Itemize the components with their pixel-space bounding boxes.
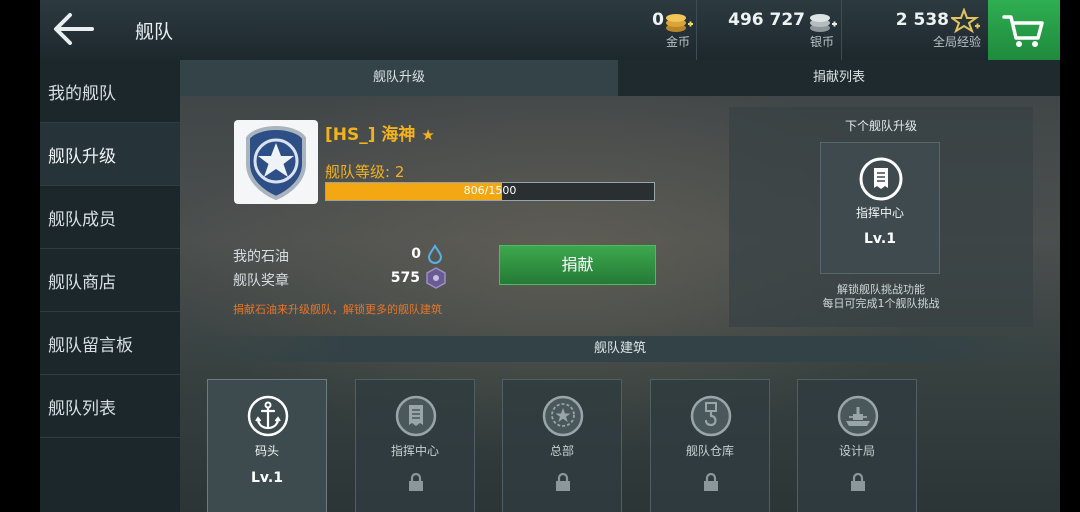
- silver-coins-icon: [810, 14, 837, 32]
- fleet-progress-bar: 806/1500: [325, 182, 655, 201]
- tab-donation-list[interactable]: 捐献列表: [618, 60, 1060, 96]
- warship-icon: [837, 395, 879, 437]
- building-card-dock[interactable]: 码头 Lv.1: [207, 379, 327, 512]
- building-card-design-bureau[interactable]: 设计局: [797, 379, 917, 512]
- document-icon: [859, 157, 903, 201]
- sidebar-item-label: 舰队商店: [48, 272, 116, 293]
- star-xp-icon: [951, 8, 980, 34]
- document-icon: [395, 395, 437, 437]
- fleet-name: [HS_] 海神 ★: [325, 120, 435, 145]
- fleet-level: 舰队等级: 2: [325, 163, 405, 181]
- xp-value: 2 538: [895, 10, 949, 30]
- oil-drop-icon: [427, 244, 443, 264]
- sidebar-item-fleet-shop[interactable]: 舰队商店: [40, 249, 180, 312]
- tab-fleet-upgrade[interactable]: 舰队升级: [180, 60, 618, 96]
- building-name: 设计局: [838, 444, 875, 458]
- next-upgrade-level: Lv.1: [864, 231, 896, 247]
- lock-icon: [409, 472, 423, 491]
- next-upgrade-panel: 下个舰队升级 指挥中心 Lv.1 解锁舰队挑战功能 每日可完成1个舰队挑战: [729, 107, 1033, 327]
- sidebar-item-fleet-upgrade[interactable]: 舰队升级: [40, 123, 180, 186]
- next-upgrade-description: 解锁舰队挑战功能 每日可完成1个舰队挑战: [729, 283, 1033, 311]
- next-upgrade-building: 指挥中心: [855, 206, 904, 220]
- next-upgrade-desc-line2: 每日可完成1个舰队挑战: [822, 297, 940, 310]
- gold-value: 0: [652, 10, 664, 30]
- medal-value: 575: [390, 270, 420, 286]
- next-upgrade-title: 下个舰队升级: [844, 119, 917, 133]
- oil-label: 我的石油: [233, 249, 289, 265]
- building-name: 码头: [254, 444, 279, 458]
- laurel-star-icon: [542, 395, 584, 437]
- medal-hex-icon: [426, 267, 446, 289]
- sidebar-item-fleet-members[interactable]: 舰队成员: [40, 186, 180, 249]
- fleet-shield-star-icon: [246, 125, 306, 201]
- sidebar-item-my-fleet[interactable]: 我的舰队: [40, 60, 180, 123]
- building-name: 总部: [549, 444, 574, 458]
- xp-label: 全局经验: [932, 35, 981, 49]
- building-card-warehouse[interactable]: 舰队仓库: [650, 379, 770, 512]
- medal-label: 舰队奖章: [233, 273, 289, 289]
- shopping-cart-icon: [1002, 15, 1044, 47]
- sidebar: 我的舰队 舰队升级 舰队成员 舰队商店 舰队留言板 舰队列表: [40, 60, 180, 512]
- shop-cart-button[interactable]: [988, 0, 1060, 60]
- oil-value: 0: [411, 246, 421, 262]
- donate-hint: 捐献石油来升级舰队，解锁更多的舰队建筑: [233, 303, 442, 316]
- fleet-progress-text: 806/1500: [463, 184, 517, 197]
- building-name: 指挥中心: [390, 444, 439, 458]
- building-card-headquarters[interactable]: 总部: [502, 379, 622, 512]
- buildings-header: 舰队建筑: [180, 336, 1060, 362]
- gold-currency: 0 金币: [636, 0, 696, 60]
- sidebar-item-label: 舰队成员: [48, 209, 116, 230]
- lock-icon: [556, 472, 570, 491]
- fleet-name-text: [HS_] 海神: [325, 125, 416, 145]
- anchor-icon: [247, 395, 289, 437]
- building-level: Lv.1: [251, 470, 283, 486]
- screen-left-border: [0, 0, 40, 512]
- silver-currency: 496 727 银币: [696, 0, 842, 60]
- building-name: 舰队仓库: [685, 444, 734, 458]
- lock-icon: [851, 472, 865, 491]
- next-upgrade-card: 指挥中心 Lv.1: [820, 142, 940, 274]
- fleet-emblem: [234, 120, 318, 204]
- sidebar-item-label: 舰队留言板: [48, 335, 133, 356]
- crane-hook-icon: [690, 395, 732, 437]
- sidebar-item-fleet-list[interactable]: 舰队列表: [40, 375, 180, 438]
- next-upgrade-desc-line1: 解锁舰队挑战功能: [837, 283, 925, 296]
- lock-icon: [704, 472, 718, 491]
- sidebar-item-message-board[interactable]: 舰队留言板: [40, 312, 180, 375]
- fleet-star-icon: ★: [421, 126, 435, 144]
- donate-button[interactable]: 捐献: [499, 245, 656, 285]
- gold-coins-icon: [666, 14, 693, 32]
- page-title: 舰队: [135, 21, 174, 43]
- screen-right-border: [1060, 0, 1080, 512]
- back-button[interactable]: [40, 0, 110, 60]
- sidebar-item-label: 舰队升级: [48, 146, 116, 167]
- main-panel: 舰队升级 捐献列表 [HS_] 海神 ★ 舰队等级: 2 806/1500 我的…: [180, 60, 1060, 512]
- back-arrow-icon: [54, 13, 94, 45]
- sidebar-item-label: 舰队列表: [48, 398, 116, 419]
- silver-value: 496 727: [728, 10, 805, 30]
- xp-currency: 2 538 全局经验: [841, 0, 989, 60]
- gold-label: 金币: [665, 35, 690, 49]
- building-card-command-center[interactable]: 指挥中心: [355, 379, 475, 512]
- top-bar: 舰队 0 金币 496 727 银币 2 538 全局经验: [40, 0, 1060, 61]
- sidebar-item-label: 我的舰队: [48, 83, 116, 104]
- silver-label: 银币: [809, 35, 834, 49]
